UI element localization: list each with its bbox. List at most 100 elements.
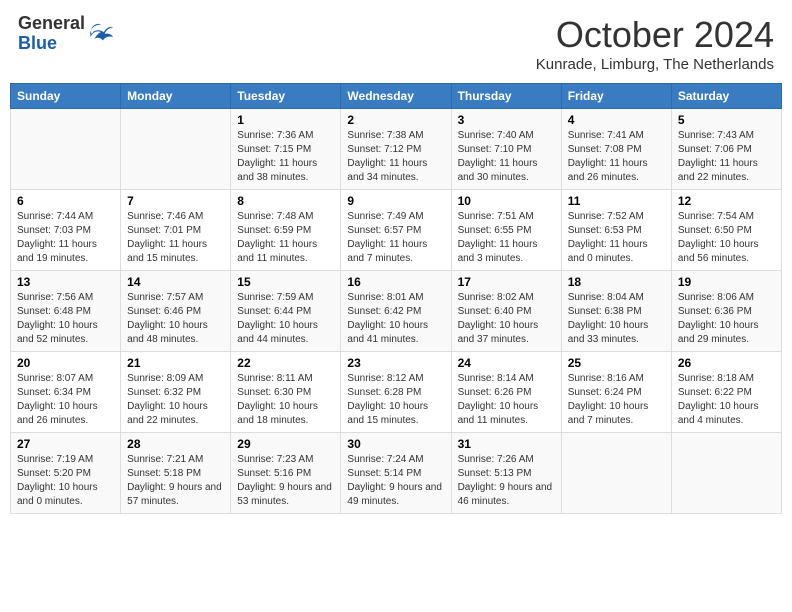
day-number: 25 xyxy=(568,356,665,370)
day-number: 28 xyxy=(127,437,224,451)
week-row-5: 27 Sunrise: 7:19 AM Sunset: 5:20 PM Dayli… xyxy=(11,433,782,514)
calendar-cell: 26 Sunrise: 8:18 AM Sunset: 6:22 PM Dayli… xyxy=(671,352,781,433)
logo-blue: Blue xyxy=(18,34,85,54)
day-number: 11 xyxy=(568,194,665,208)
day-info: Sunrise: 8:12 AM Sunset: 6:28 PM Dayligh… xyxy=(347,372,444,428)
calendar-cell: 8 Sunrise: 7:48 AM Sunset: 6:59 PM Daylig… xyxy=(231,190,341,271)
day-info: Sunrise: 7:57 AM Sunset: 6:46 PM Dayligh… xyxy=(127,291,224,347)
day-info: Sunrise: 7:56 AM Sunset: 6:48 PM Dayligh… xyxy=(17,291,114,347)
calendar-cell: 19Sunrise: 8:06 AM Sunset: 6:36 PM Dayli… xyxy=(671,271,781,352)
calendar-cell: 6 Sunrise: 7:44 AM Sunset: 7:03 PM Daylig… xyxy=(11,190,121,271)
logo: General Blue xyxy=(18,14,115,54)
calendar-cell: 2Sunrise: 7:38 AM Sunset: 7:12 PM Daylig… xyxy=(341,109,451,190)
calendar-cell: 17 Sunrise: 8:02 AM Sunset: 6:40 PM Dayli… xyxy=(451,271,561,352)
day-info: Sunrise: 7:44 AM Sunset: 7:03 PM Dayligh… xyxy=(17,210,114,266)
day-number: 18 xyxy=(568,275,665,289)
calendar-cell: 5 Sunrise: 7:43 AM Sunset: 7:06 PM Daylig… xyxy=(671,109,781,190)
calendar-cell: 13Sunrise: 7:56 AM Sunset: 6:48 PM Dayli… xyxy=(11,271,121,352)
calendar-cell: 25 Sunrise: 8:16 AM Sunset: 6:24 PM Dayli… xyxy=(561,352,671,433)
day-number: 26 xyxy=(678,356,775,370)
calendar-cell xyxy=(121,109,231,190)
weekday-header-monday: Monday xyxy=(121,84,231,109)
day-number: 22 xyxy=(237,356,334,370)
day-number: 9 xyxy=(347,194,444,208)
day-info: Sunrise: 7:23 AM Sunset: 5:16 PM Dayligh… xyxy=(237,453,334,509)
day-number: 21 xyxy=(127,356,224,370)
day-info: Sunrise: 7:38 AM Sunset: 7:12 PM Dayligh… xyxy=(347,129,444,185)
weekday-header-saturday: Saturday xyxy=(671,84,781,109)
calendar-cell: 28 Sunrise: 7:21 AM Sunset: 5:18 PM Dayli… xyxy=(121,433,231,514)
calendar-cell: 20 Sunrise: 8:07 AM Sunset: 6:34 PM Dayli… xyxy=(11,352,121,433)
day-number: 14 xyxy=(127,275,224,289)
day-number: 10 xyxy=(458,194,555,208)
day-info: Sunrise: 7:40 AM Sunset: 7:10 PM Dayligh… xyxy=(458,129,555,185)
calendar-cell: 14 Sunrise: 7:57 AM Sunset: 6:46 PM Dayli… xyxy=(121,271,231,352)
calendar-cell: 24Sunrise: 8:14 AM Sunset: 6:26 PM Dayli… xyxy=(451,352,561,433)
day-number: 27 xyxy=(17,437,114,451)
day-info: Sunrise: 7:43 AM Sunset: 7:06 PM Dayligh… xyxy=(678,129,775,185)
day-info: Sunrise: 7:26 AM Sunset: 5:13 PM Dayligh… xyxy=(458,453,555,509)
day-info: Sunrise: 7:59 AM Sunset: 6:44 PM Dayligh… xyxy=(237,291,334,347)
calendar-cell: 11 Sunrise: 7:52 AM Sunset: 6:53 PM Dayli… xyxy=(561,190,671,271)
calendar-cell: 4Sunrise: 7:41 AM Sunset: 7:08 PM Daylig… xyxy=(561,109,671,190)
day-number: 7 xyxy=(127,194,224,208)
week-row-4: 20 Sunrise: 8:07 AM Sunset: 6:34 PM Dayli… xyxy=(11,352,782,433)
day-number: 30 xyxy=(347,437,444,451)
calendar-cell: 21 Sunrise: 8:09 AM Sunset: 6:32 PM Dayli… xyxy=(121,352,231,433)
week-row-3: 13Sunrise: 7:56 AM Sunset: 6:48 PM Dayli… xyxy=(11,271,782,352)
calendar-cell xyxy=(11,109,121,190)
weekday-header-thursday: Thursday xyxy=(451,84,561,109)
calendar-cell: 16 Sunrise: 8:01 AM Sunset: 6:42 PM Dayli… xyxy=(341,271,451,352)
day-info: Sunrise: 8:11 AM Sunset: 6:30 PM Dayligh… xyxy=(237,372,334,428)
day-info: Sunrise: 7:48 AM Sunset: 6:59 PM Dayligh… xyxy=(237,210,334,266)
day-number: 16 xyxy=(347,275,444,289)
day-info: Sunrise: 7:21 AM Sunset: 5:18 PM Dayligh… xyxy=(127,453,224,509)
day-info: Sunrise: 7:19 AM Sunset: 5:20 PM Dayligh… xyxy=(17,453,114,509)
logo-text: General Blue xyxy=(18,14,85,54)
day-number: 4 xyxy=(568,113,665,127)
day-info: Sunrise: 7:46 AM Sunset: 7:01 PM Dayligh… xyxy=(127,210,224,266)
weekday-header-wednesday: Wednesday xyxy=(341,84,451,109)
weekday-header-friday: Friday xyxy=(561,84,671,109)
day-info: Sunrise: 8:18 AM Sunset: 6:22 PM Dayligh… xyxy=(678,372,775,428)
month-title: October 2024 xyxy=(536,14,774,56)
calendar-cell: 29Sunrise: 7:23 AM Sunset: 5:16 PM Dayli… xyxy=(231,433,341,514)
day-number: 5 xyxy=(678,113,775,127)
day-info: Sunrise: 8:04 AM Sunset: 6:38 PM Dayligh… xyxy=(568,291,665,347)
day-info: Sunrise: 8:16 AM Sunset: 6:24 PM Dayligh… xyxy=(568,372,665,428)
location: Kunrade, Limburg, The Netherlands xyxy=(536,56,774,73)
calendar-cell: 31Sunrise: 7:26 AM Sunset: 5:13 PM Dayli… xyxy=(451,433,561,514)
day-info: Sunrise: 8:14 AM Sunset: 6:26 PM Dayligh… xyxy=(458,372,555,428)
title-block: October 2024 Kunrade, Limburg, The Nethe… xyxy=(536,14,774,73)
day-info: Sunrise: 7:24 AM Sunset: 5:14 PM Dayligh… xyxy=(347,453,444,509)
day-info: Sunrise: 8:09 AM Sunset: 6:32 PM Dayligh… xyxy=(127,372,224,428)
day-number: 23 xyxy=(347,356,444,370)
calendar-cell: 18 Sunrise: 8:04 AM Sunset: 6:38 PM Dayli… xyxy=(561,271,671,352)
calendar-cell: 23 Sunrise: 8:12 AM Sunset: 6:28 PM Dayli… xyxy=(341,352,451,433)
day-info: Sunrise: 8:02 AM Sunset: 6:40 PM Dayligh… xyxy=(458,291,555,347)
day-info: Sunrise: 7:54 AM Sunset: 6:50 PM Dayligh… xyxy=(678,210,775,266)
day-number: 19 xyxy=(678,275,775,289)
day-number: 20 xyxy=(17,356,114,370)
weekday-header-sunday: Sunday xyxy=(11,84,121,109)
day-number: 8 xyxy=(237,194,334,208)
page-header: General Blue October 2024 Kunrade, Limbu… xyxy=(10,10,782,77)
calendar-table: SundayMondayTuesdayWednesdayThursdayFrid… xyxy=(10,83,782,514)
calendar-cell: 3Sunrise: 7:40 AM Sunset: 7:10 PM Daylig… xyxy=(451,109,561,190)
day-number: 17 xyxy=(458,275,555,289)
calendar-cell xyxy=(671,433,781,514)
calendar-cell xyxy=(561,433,671,514)
calendar-cell: 12 Sunrise: 7:54 AM Sunset: 6:50 PM Dayli… xyxy=(671,190,781,271)
day-number: 12 xyxy=(678,194,775,208)
day-info: Sunrise: 8:01 AM Sunset: 6:42 PM Dayligh… xyxy=(347,291,444,347)
logo-bird-icon xyxy=(87,20,115,48)
calendar-cell: 1Sunrise: 7:36 AM Sunset: 7:15 PM Daylig… xyxy=(231,109,341,190)
day-info: Sunrise: 8:07 AM Sunset: 6:34 PM Dayligh… xyxy=(17,372,114,428)
weekday-header-row: SundayMondayTuesdayWednesdayThursdayFrid… xyxy=(11,84,782,109)
logo-general: General xyxy=(18,14,85,34)
calendar-cell: 27 Sunrise: 7:19 AM Sunset: 5:20 PM Dayli… xyxy=(11,433,121,514)
day-number: 6 xyxy=(17,194,114,208)
calendar-cell: 15Sunrise: 7:59 AM Sunset: 6:44 PM Dayli… xyxy=(231,271,341,352)
weekday-header-tuesday: Tuesday xyxy=(231,84,341,109)
day-info: Sunrise: 7:52 AM Sunset: 6:53 PM Dayligh… xyxy=(568,210,665,266)
